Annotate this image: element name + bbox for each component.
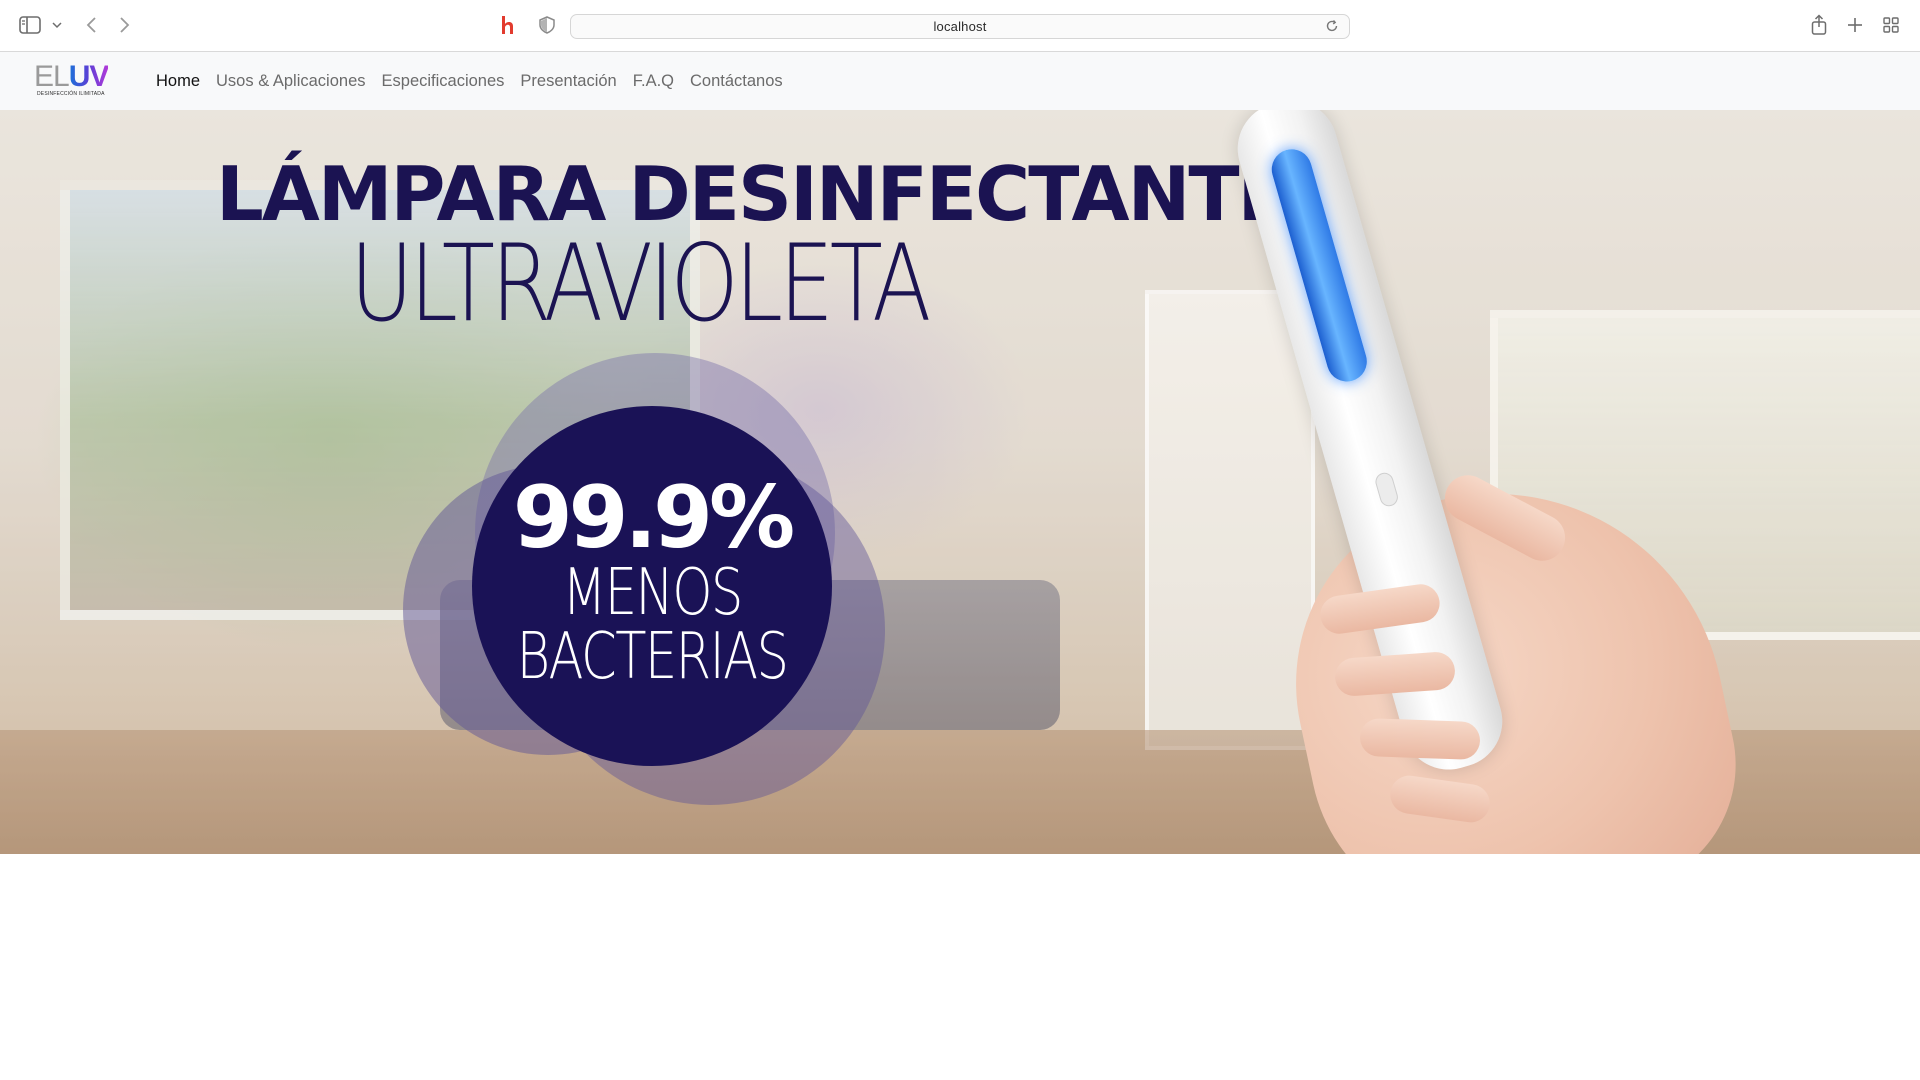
grid-icon[interactable] [1880,14,1902,36]
browser-toolbar: localhost [0,0,1920,52]
sidebar-icon[interactable] [18,14,42,36]
site-navbar: ELUV DESINFECCIÓN ILIMITADA Home Usos & … [0,52,1920,110]
chevron-right-icon [120,17,130,33]
site-logo[interactable]: ELUV DESINFECCIÓN ILIMITADA [34,60,110,98]
nav-link-usos[interactable]: Usos & Aplicaciones [216,72,366,91]
nav-link-presentacion[interactable]: Presentación [520,72,616,91]
nav-link-especificaciones[interactable]: Especificaciones [382,72,505,91]
logo-uv-text: UV [68,60,110,93]
back-button[interactable] [80,14,102,36]
share-icon[interactable] [1808,12,1830,38]
shield-icon[interactable] [536,14,558,36]
badge-line-2: BACTERIAS [516,620,789,694]
chevron-left-icon [86,17,96,33]
page-body-blank [0,854,1920,1080]
hero-title-line-2: ULTRAVIOLETA [350,222,932,345]
logo-mark: ELUV [34,60,110,93]
url-text: localhost [933,19,987,34]
reload-icon[interactable] [1325,19,1341,35]
hand-finger [1359,717,1481,761]
chevron-down-icon[interactable] [50,16,64,34]
nav-links: Home Usos & Aplicaciones Especificacione… [156,52,799,110]
nav-link-home[interactable]: Home [156,72,200,91]
honey-extension-icon[interactable] [496,12,520,38]
badge-percent: 99.9% [512,468,795,568]
plus-icon[interactable] [1844,14,1866,36]
forward-button[interactable] [114,14,136,36]
logo-el-text: EL [34,60,70,93]
logo-tagline: DESINFECCIÓN ILIMITADA [37,91,105,97]
badge-line-1: MENOS [562,556,743,630]
nav-link-faq[interactable]: F.A.Q [633,72,674,91]
lamp-power-button [1373,470,1401,509]
address-bar[interactable]: localhost [570,14,1350,39]
badge-circle: 99.9% MENOS BACTERIAS [472,406,832,766]
nav-link-contactanos[interactable]: Contáctanos [690,72,783,91]
hero-banner: LÁMPARA DESINFECTANTE ULTRAVIOLETA 99.9%… [0,110,1920,854]
